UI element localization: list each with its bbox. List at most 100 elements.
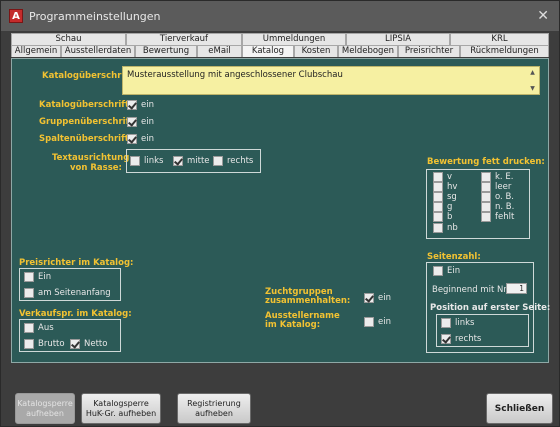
grade-leer-option[interactable]: leer [481,182,511,192]
checkbox-icon[interactable] [130,156,140,166]
position-left-option[interactable]: links [441,318,474,328]
checkbox-icon[interactable] [24,339,34,349]
align-left-option[interactable]: links [130,156,163,166]
group-heading-toggle[interactable]: ein [127,117,154,127]
tab-preisrichter[interactable]: Preisrichter [398,45,460,57]
tab-bewertung[interactable]: Bewertung [135,45,197,57]
option-label: Brutto [38,339,65,349]
checkbox-icon[interactable] [433,182,443,192]
checkbox-icon[interactable] [127,134,137,144]
grade-g-option[interactable]: g [433,202,452,212]
option-label: k. E. [495,172,514,182]
catalog-title-input[interactable]: Musterausstellung mit angeschlossener Cl… [122,66,540,95]
grade-hv-option[interactable]: hv [433,182,457,192]
tab-kosten[interactable]: Kosten [294,45,338,57]
checkbox-icon[interactable] [433,202,443,212]
checkbox-icon[interactable] [24,288,34,298]
checkbox-icon[interactable] [24,272,34,282]
alignment-label-2: von Rasse: [70,163,122,173]
begin-label: Beginnend mit Nr. [432,285,509,295]
checkbox-icon[interactable] [441,318,451,328]
checkbox-icon[interactable] [433,266,443,276]
tab-ummeldungen[interactable]: Ummeldungen [242,33,346,45]
checkbox-icon[interactable] [481,212,491,222]
pagenum-on-option[interactable]: Ein [433,266,460,276]
registration-button[interactable]: Registrierung aufheben [177,393,251,424]
column-heading-label: Spaltenüberschrift: [39,134,133,144]
catalog-heading-label: Katalogüberschrift: [39,100,133,110]
align-right-option[interactable]: rechts [213,156,253,166]
pagenum-label: Seitenzahl: [427,252,481,262]
tab-schau[interactable]: Schau [11,33,126,45]
begin-number-input[interactable]: 1 [506,283,527,294]
grade-b-option[interactable]: b [433,212,452,222]
catalog-lock-button[interactable]: Katalogsperre aufheben [15,393,75,424]
option-label: ein [141,134,154,144]
tab-rueckmeldungen[interactable]: Rückmeldungen [460,45,549,57]
exhibitor-toggle[interactable]: ein [364,317,391,327]
checkbox-icon[interactable] [481,182,491,192]
sales-off-option[interactable]: Aus [24,323,54,333]
option-label: o. B. [495,192,514,202]
checkbox-icon[interactable] [441,334,451,344]
option-label: ein [378,317,391,327]
tab-allgemein[interactable]: Allgemein [11,45,61,57]
column-heading-toggle[interactable]: ein [127,134,154,144]
checkbox-icon[interactable] [433,192,443,202]
grade-ke-option[interactable]: k. E. [481,172,513,182]
option-label: ein [141,117,154,127]
option-label: sg [447,192,457,202]
tab-krl[interactable]: KRL [450,33,549,45]
tab-meldebogen[interactable]: Meldebogen [338,45,398,57]
judges-pagestart-option[interactable]: am Seitenanfang [24,288,111,298]
checkbox-icon[interactable] [481,172,491,182]
checkbox-icon[interactable] [127,117,137,127]
option-label: v [447,172,453,182]
checkbox-icon[interactable] [364,317,374,327]
judges-on-option[interactable]: Ein [24,272,51,282]
option-label: Ein [447,266,461,276]
option-label: b [447,212,453,222]
catalog-heading-toggle[interactable]: ein [127,100,154,110]
title-scrollbar[interactable]: ▲ ▼ [528,69,537,92]
checkbox-icon[interactable] [24,323,34,333]
position-right-option[interactable]: rechts [441,334,481,344]
checkbox-icon[interactable] [173,156,183,166]
option-label: nb [447,223,458,233]
option-label: rechts [227,156,254,166]
sales-net-option[interactable]: Netto [70,339,107,349]
checkbox-icon[interactable] [481,202,491,212]
scroll-up-icon[interactable]: ▲ [528,69,537,76]
tab-lipsia[interactable]: LIPSIA [346,33,450,45]
position-label: Position auf erster Seite: [430,303,551,313]
checkbox-icon[interactable] [70,339,80,349]
lock-huk-line2: HuK-Gr. aufheben [85,408,157,418]
tab-email[interactable]: eMail [197,45,242,57]
close-button[interactable]: Schließen [486,393,553,424]
close-icon[interactable]: ✕ [537,9,549,23]
scroll-down-icon[interactable]: ▼ [528,85,537,92]
reg-line1: Registrierung [187,398,241,408]
settings-window: A Programmeinstellungen ✕ Schau Tierverk… [0,0,560,427]
grade-v-option[interactable]: v [433,172,452,182]
grade-fehlt-option[interactable]: fehlt [481,212,514,222]
tab-tierverkauf[interactable]: Tierverkauf [126,33,242,45]
tab-ausstellerdaten[interactable]: Ausstellerdaten [61,45,135,57]
checkbox-icon[interactable] [433,172,443,182]
checkbox-icon[interactable] [213,156,223,166]
align-center-option[interactable]: mitte [173,156,210,166]
checkbox-icon[interactable] [433,223,443,233]
checkbox-icon[interactable] [433,212,443,222]
grade-nb-option[interactable]: nb [433,223,458,233]
sales-label: Verkaufspr. im Katalog: [19,309,132,319]
catalog-lock-huk-button[interactable]: Katalogsperre HuK-Gr. aufheben [81,393,161,424]
checkbox-icon[interactable] [127,100,137,110]
checkbox-icon[interactable] [364,293,374,303]
checkbox-icon[interactable] [481,192,491,202]
grade-nb2-option[interactable]: n. B. [481,202,514,212]
grade-ob-option[interactable]: o. B. [481,192,514,202]
sales-gross-option[interactable]: Brutto [24,339,65,349]
grade-sg-option[interactable]: sg [433,192,457,202]
zucht-toggle[interactable]: ein [364,293,391,303]
tab-katalog[interactable]: Katalog [242,45,294,57]
